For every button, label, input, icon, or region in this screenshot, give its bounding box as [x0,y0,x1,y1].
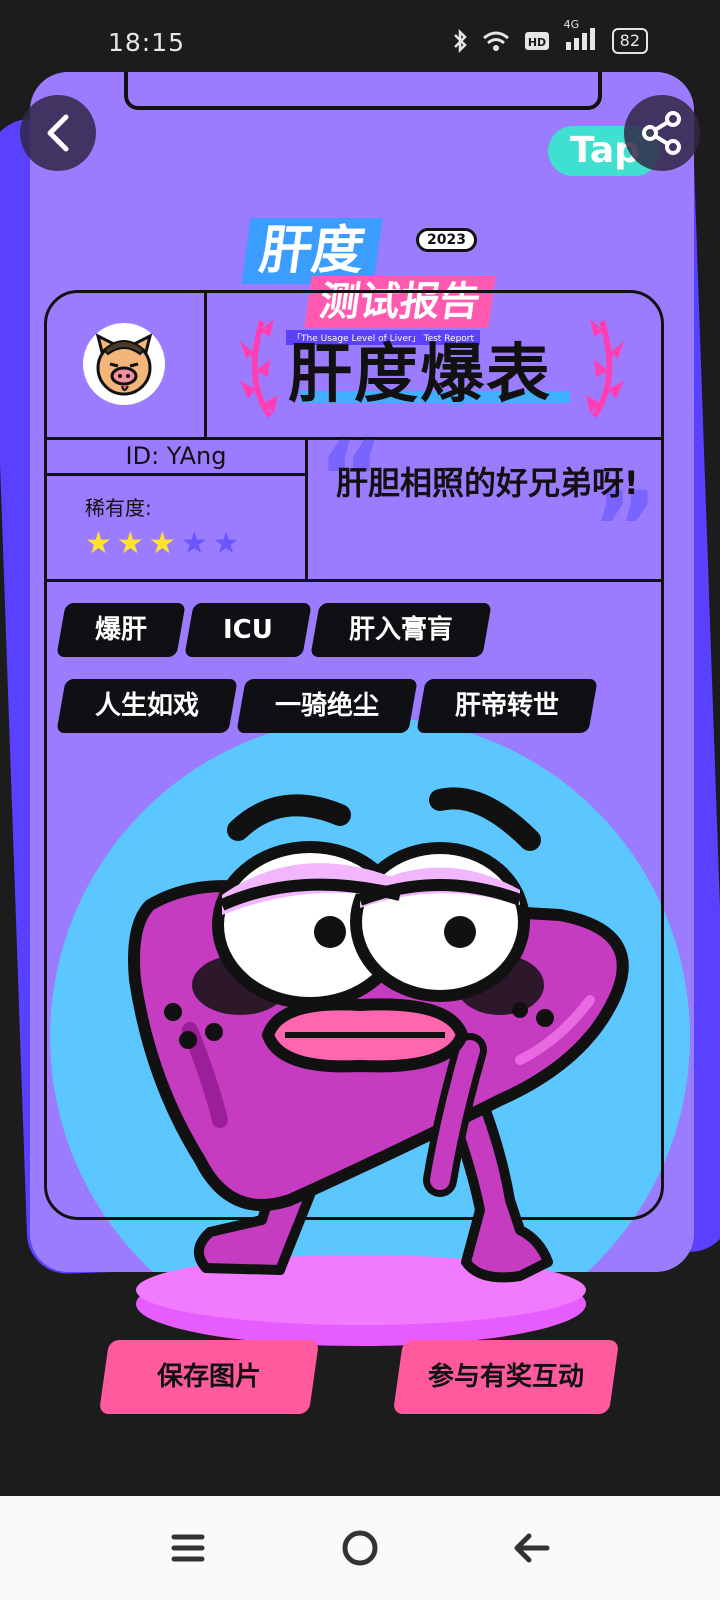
tag-row: 人生如戏 一骑绝尘 肝帝转世 [56,679,641,733]
tag-row: 爆肝 ICU 肝入膏肓 [56,603,641,657]
laurel-left-icon [240,319,278,418]
tag: 人生如戏 [56,679,238,733]
logo-year: 2023 [416,228,477,252]
status-icons: HD 4G 82 [452,18,648,54]
card-notch [124,72,602,110]
tag: ICU [184,603,312,657]
back-button[interactable] [20,95,96,171]
menu-icon [171,1534,205,1562]
tag-list: 爆肝 ICU 肝入膏肓 人生如戏 一骑绝尘 肝帝转世 [56,603,641,755]
tag: 肝帝转世 [416,679,598,733]
rank-cell: 肝度爆表 [204,293,661,440]
system-back-button[interactable] [510,1526,554,1570]
rarity-label: 稀有度: [85,496,152,520]
hd-icon: HD [524,32,549,50]
star-filled-icon: ★ [148,526,176,561]
system-nav-bar [0,1496,720,1600]
laurel-right-icon [586,319,624,418]
battery-icon: 82 [611,28,648,54]
avatar-cell [47,293,207,440]
tag: 爆肝 [56,603,186,657]
logo-title-line1: 肝度 [241,218,383,284]
pedestal-top [136,1255,586,1325]
save-image-button[interactable]: 保存图片 [98,1340,320,1414]
recent-apps-button[interactable] [166,1526,210,1570]
home-icon [342,1530,378,1566]
back-arrow-icon [47,114,69,152]
avatar[interactable] [83,323,165,405]
share-button[interactable] [624,95,700,171]
bluetooth-icon [453,29,467,53]
rarity-cell: 稀有度: ★ ★ ★ ★ ★ [47,476,308,579]
panel-divider [47,579,661,582]
report-card: 肝度 2023 测试报告 「The Usage Level of Liver」 … [30,72,694,1272]
tag: 肝入膏肓 [310,603,492,657]
pig-avatar-icon [95,333,153,396]
status-time: 18:15 [108,28,186,57]
star-empty-icon: ★ [212,526,240,561]
tag: 一骑绝尘 [236,679,418,733]
info-panel: 肝度爆表 ID: YAng 稀有度: ★ ★ ★ ★ ★ “ ” 肝胆相照的好兄弟呀! … [44,290,664,1220]
rarity-stars: ★ ★ ★ ★ ★ [85,528,240,560]
network-type: 4G [563,18,580,31]
quote-cell: “ ” 肝胆相照的好兄弟呀! [308,429,661,579]
quote-text: 肝胆相照的好兄弟呀! [336,464,639,502]
user-id: ID: YAng [47,437,308,476]
svg-text:HD: HD [527,36,545,49]
star-empty-icon: ★ [180,526,208,561]
rank-title: 肝度爆表 [288,338,552,412]
signal-icon: 4G [564,18,598,54]
star-filled-icon: ★ [85,526,112,561]
wifi-icon [482,31,509,51]
back-nav-icon [514,1533,550,1563]
join-interaction-button[interactable]: 参与有奖互动 [392,1340,620,1414]
star-filled-icon: ★ [116,526,144,561]
share-icon [642,111,681,155]
home-button[interactable] [338,1526,382,1570]
